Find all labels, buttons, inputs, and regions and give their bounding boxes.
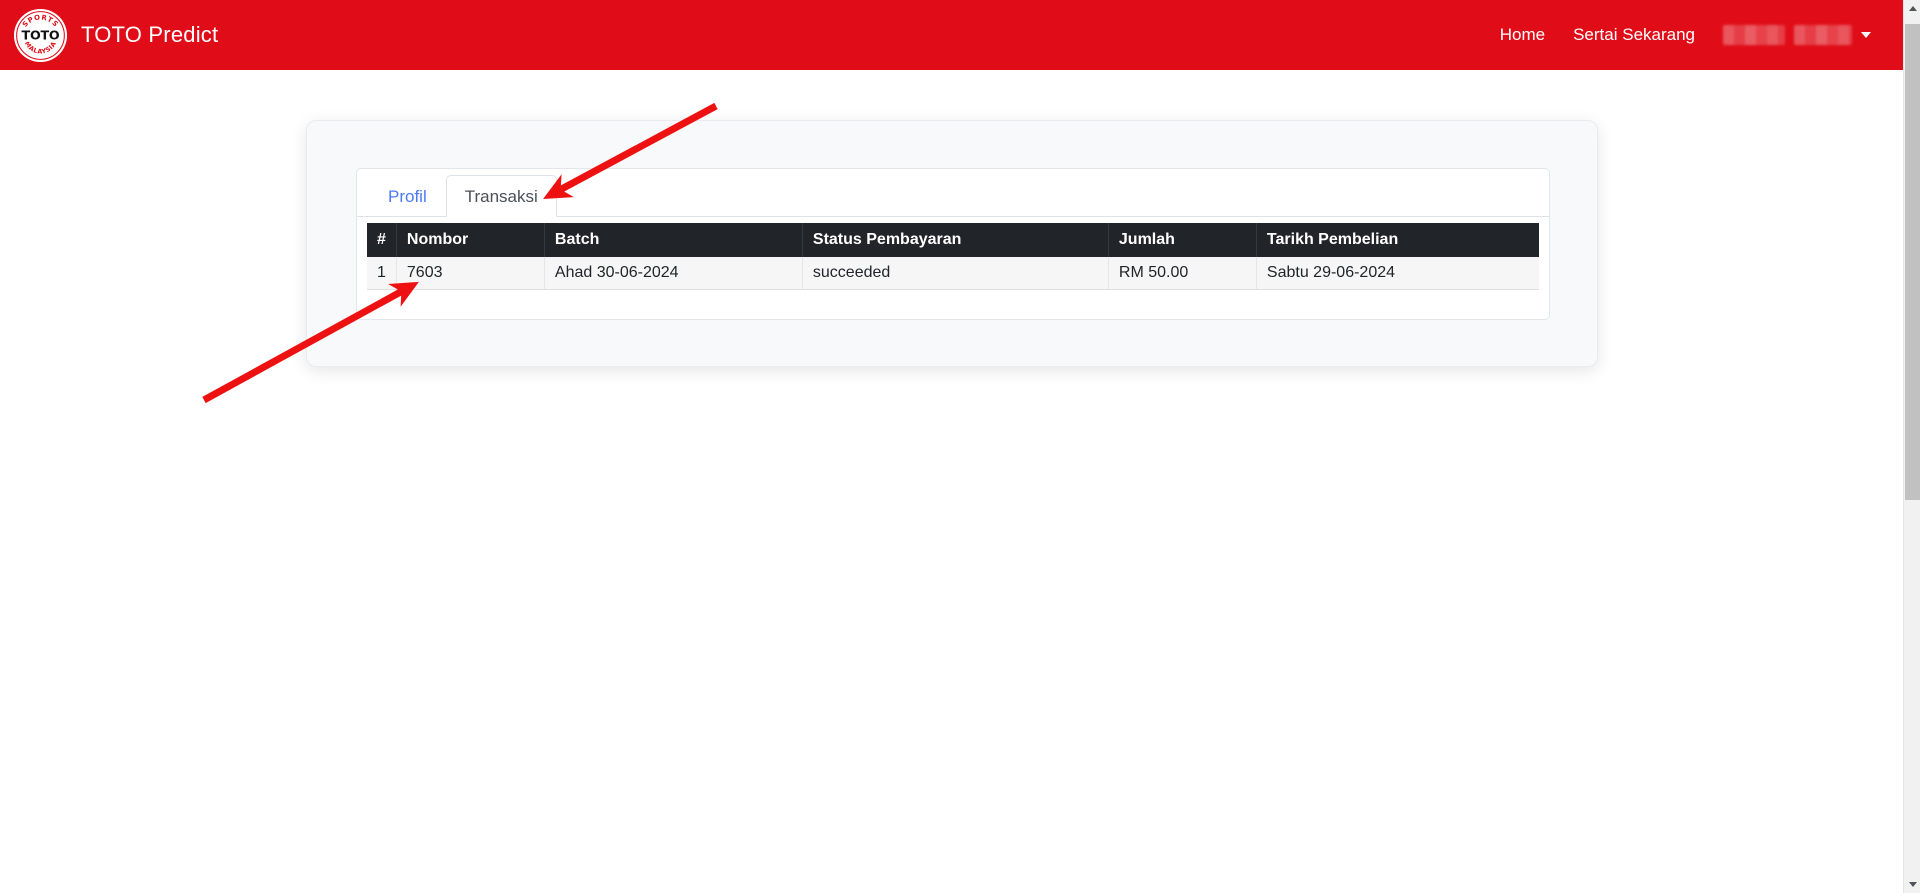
col-header-nombor: Nombor	[396, 223, 545, 257]
brand-link[interactable]: SPORTS MALAYSIA TOTO TOTO Predict	[14, 8, 219, 62]
brand-title: TOTO Predict	[81, 22, 219, 47]
col-header-index: #	[367, 223, 397, 257]
cell-status-pembayaran: succeeded	[802, 257, 1109, 290]
panel-tabs: Profil Transaksi	[357, 169, 1549, 217]
cell-tarikh: Sabtu 29-06-2024	[1256, 257, 1539, 290]
table-row: 1 7603 Ahad 30-06-2024 succeeded RM 50.0…	[367, 257, 1539, 290]
username-redacted-block-1	[1723, 25, 1785, 45]
nav-link-home[interactable]: Home	[1486, 0, 1559, 70]
scrollbar-thumb[interactable]	[1905, 24, 1920, 500]
top-navbar: SPORTS MALAYSIA TOTO TOTO Predict Home S…	[0, 0, 1903, 70]
page-root: SPORTS MALAYSIA TOTO TOTO Predict Home S…	[0, 0, 1920, 893]
transactions-panel: Profil Transaksi # Nombor Batch Status P…	[356, 168, 1550, 320]
scroll-up-arrow-icon[interactable]	[1904, 0, 1920, 17]
svg-text:TOTO: TOTO	[22, 27, 60, 42]
col-header-tarikh: Tarikh Pembelian	[1256, 223, 1539, 257]
cell-jumlah: RM 50.00	[1108, 257, 1257, 290]
toto-sports-malaysia-logo-icon: SPORTS MALAYSIA TOTO	[14, 8, 67, 62]
vertical-scrollbar[interactable]	[1903, 0, 1920, 893]
transactions-table-wrapper: # Nombor Batch Status Pembayaran Jumlah …	[357, 217, 1549, 290]
profile-card: Profil Transaksi # Nombor Batch Status P…	[306, 120, 1598, 367]
tab-transaksi[interactable]: Transaksi	[445, 174, 557, 217]
nav-link-sertai-sekarang[interactable]: Sertai Sekarang	[1559, 0, 1709, 70]
chevron-down-icon	[1861, 32, 1871, 38]
cell-batch: Ahad 30-06-2024	[544, 257, 803, 290]
col-header-batch: Batch	[544, 223, 803, 257]
col-header-status: Status Pembayaran	[802, 223, 1109, 257]
cell-index: 1	[367, 257, 397, 290]
transactions-table: # Nombor Batch Status Pembayaran Jumlah …	[367, 223, 1539, 290]
navbar-right-group: Home Sertai Sekarang	[1486, 0, 1881, 70]
user-dropdown-toggle[interactable]	[1709, 25, 1881, 45]
table-body: 1 7603 Ahad 30-06-2024 succeeded RM 50.0…	[367, 257, 1539, 290]
scroll-down-arrow-icon[interactable]	[1904, 876, 1920, 893]
table-header-row: # Nombor Batch Status Pembayaran Jumlah …	[367, 223, 1539, 257]
tab-profil[interactable]: Profil	[369, 175, 446, 217]
username-redacted-block-2	[1794, 25, 1852, 45]
cell-nombor: 7603	[396, 257, 545, 290]
table-head: # Nombor Batch Status Pembayaran Jumlah …	[367, 223, 1539, 257]
col-header-jumlah: Jumlah	[1108, 223, 1257, 257]
